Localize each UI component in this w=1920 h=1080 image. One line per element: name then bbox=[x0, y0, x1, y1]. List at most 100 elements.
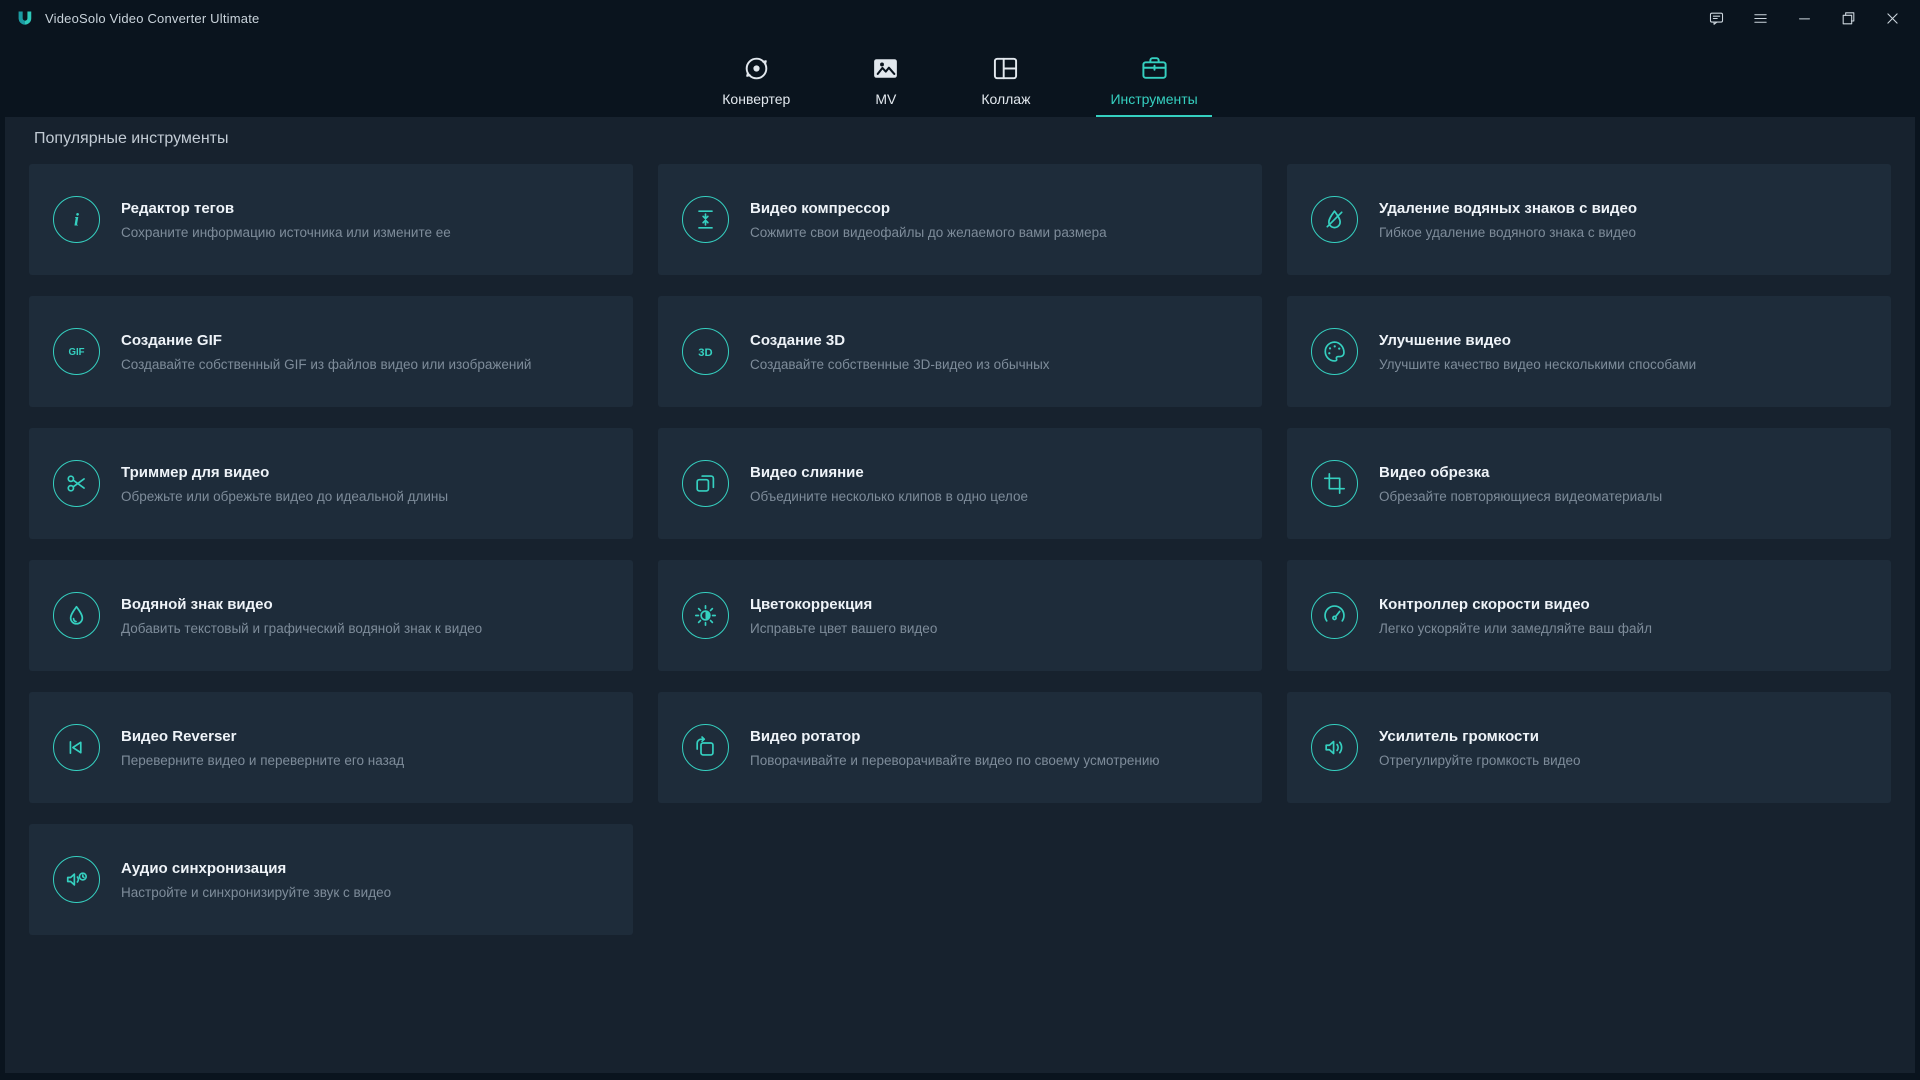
menu-icon bbox=[1752, 10, 1769, 27]
card-desc: Поворачивайте и переворачивайте видео по… bbox=[750, 753, 1160, 768]
audio-sync-icon bbox=[53, 856, 100, 903]
enhance-icon bbox=[1311, 328, 1358, 375]
titlebar-controls bbox=[1702, 5, 1906, 33]
tab-mv[interactable]: MV bbox=[856, 37, 915, 117]
card-text: Триммер для видеоОбрежьте или обрежьте в… bbox=[121, 464, 448, 504]
tool-card-gif[interactable]: GIF Создание GIF Создавайте собственный GI… bbox=[29, 296, 633, 407]
volume-icon bbox=[1311, 724, 1358, 771]
tool-card-volume[interactable]: Усилитель громкости Отрегулируйте громкос… bbox=[1287, 692, 1891, 803]
card-desc: Обрежьте или обрежьте видео до идеальной… bbox=[121, 489, 448, 504]
close-icon bbox=[1884, 10, 1901, 27]
card-text: Создание 3D Создавайте собственные 3D-вид… bbox=[750, 332, 1050, 372]
menu-button[interactable] bbox=[1746, 5, 1774, 33]
tool-card-reverse[interactable]: Видео ReverserПереверните видео и переве… bbox=[29, 692, 633, 803]
watermark-remove-icon bbox=[1311, 196, 1358, 243]
card-title: Создание GIF bbox=[121, 332, 531, 349]
tool-card-audio-sync[interactable]: Аудио синхронизация Настройте и синхрониз… bbox=[29, 824, 633, 935]
window-title: VideoSolo Video Converter Ultimate bbox=[45, 11, 259, 26]
card-title: Цветокоррекция bbox=[750, 596, 937, 613]
tool-card-color[interactable]: ЦветокоррекцияИсправьте цвет вашего виде… bbox=[658, 560, 1262, 671]
tools-page: Популярные инструменты i Редактор тегов Со… bbox=[5, 117, 1915, 1073]
watermark-icon bbox=[53, 592, 100, 639]
card-title: Видео слияние bbox=[750, 464, 1028, 481]
merge-icon bbox=[682, 460, 729, 507]
card-text: Усилитель громкости Отрегулируйте громкос… bbox=[1379, 728, 1581, 768]
card-title: Водяной знак видео bbox=[121, 596, 482, 613]
tool-card-speed[interactable]: Контроллер скорости видеоЛегко ускоряйте… bbox=[1287, 560, 1891, 671]
card-desc: Объедините несколько клипов в одно целое bbox=[750, 489, 1028, 504]
tools-grid: i Редактор тегов Сохраните информацию исто… bbox=[29, 164, 1891, 935]
tool-card-trim[interactable]: Триммер для видеоОбрежьте или обрежьте в… bbox=[29, 428, 633, 539]
card-title: Усилитель громкости bbox=[1379, 728, 1581, 745]
card-desc: Обрезайте повторяющиеся видеоматериалы bbox=[1379, 489, 1662, 504]
restore-button[interactable] bbox=[1834, 5, 1862, 33]
card-text: Видео ротаторПоворачивайте и переворачив… bbox=[750, 728, 1160, 768]
tool-card-crop[interactable]: Видео обрезка Обрезайте повторяющиеся вид… bbox=[1287, 428, 1891, 539]
compress-icon bbox=[682, 196, 729, 243]
card-title: Контроллер скорости видео bbox=[1379, 596, 1652, 613]
card-text: Контроллер скорости видеоЛегко ускоряйте… bbox=[1379, 596, 1652, 636]
close-button[interactable] bbox=[1878, 5, 1906, 33]
tool-card-info[interactable]: i Редактор тегов Сохраните информацию исто… bbox=[29, 164, 633, 275]
card-text: Видео обрезка Обрезайте повторяющиеся вид… bbox=[1379, 464, 1662, 504]
card-text: Видео ReverserПереверните видео и переве… bbox=[121, 728, 404, 768]
tab-converter[interactable]: Конвертер bbox=[708, 37, 804, 117]
card-text: Водяной знак видео Добавить текстовый и г… bbox=[121, 596, 482, 636]
tool-card-watermark-remove[interactable]: Удаление водяных знаков с видео Гибкое уд… bbox=[1287, 164, 1891, 275]
card-desc: Создавайте собственный GIF из файлов вид… bbox=[121, 357, 531, 372]
card-desc: Улучшите качество видео несколькими спос… bbox=[1379, 357, 1696, 372]
card-title: Удаление водяных знаков с видео bbox=[1379, 200, 1637, 217]
card-text: ЦветокоррекцияИсправьте цвет вашего виде… bbox=[750, 596, 937, 636]
crop-icon bbox=[1311, 460, 1358, 507]
card-desc: Отрегулируйте громкость видео bbox=[1379, 753, 1581, 768]
card-title: Редактор тегов bbox=[121, 200, 451, 217]
minimize-icon bbox=[1796, 10, 1813, 27]
tab-label: Конвертер bbox=[722, 91, 790, 107]
card-text: Редактор тегов Сохраните информацию источ… bbox=[121, 200, 451, 240]
card-text: Удаление водяных знаков с видео Гибкое уд… bbox=[1379, 200, 1637, 240]
collage-icon bbox=[990, 53, 1021, 84]
card-desc: Сожмите свои видеофайлы до желаемого вам… bbox=[750, 225, 1107, 240]
minimize-button[interactable] bbox=[1790, 5, 1818, 33]
3d-icon: 3D bbox=[682, 328, 729, 375]
tool-card-3d[interactable]: 3D Создание 3D Создавайте собственные 3D-в… bbox=[658, 296, 1262, 407]
trim-icon bbox=[53, 460, 100, 507]
toolbox-icon bbox=[1139, 53, 1170, 84]
card-desc: Настройте и синхронизируйте звук с видео bbox=[121, 885, 391, 900]
videosolo-logo-icon bbox=[14, 8, 36, 30]
tool-card-compress[interactable]: Видео компрессор Сожмите свои видеофайлы … bbox=[658, 164, 1262, 275]
card-title: Создание 3D bbox=[750, 332, 1050, 349]
svg-text:i: i bbox=[74, 209, 79, 229]
tab-toolbox[interactable]: Инструменты bbox=[1096, 37, 1211, 117]
color-icon bbox=[682, 592, 729, 639]
card-text: Аудио синхронизация Настройте и синхрониз… bbox=[121, 860, 391, 900]
card-title: Видео компрессор bbox=[750, 200, 1107, 217]
tab-label: Коллаж bbox=[981, 91, 1030, 107]
tool-card-watermark[interactable]: Водяной знак видео Добавить текстовый и г… bbox=[29, 560, 633, 671]
card-title: Аудио синхронизация bbox=[121, 860, 391, 877]
info-icon: i bbox=[53, 196, 100, 243]
card-text: Создание GIF Создавайте собственный GIF и… bbox=[121, 332, 531, 372]
card-title: Улучшение видео bbox=[1379, 332, 1696, 349]
feedback-button[interactable] bbox=[1702, 5, 1730, 33]
gif-icon: GIF bbox=[53, 328, 100, 375]
card-desc: Добавить текстовый и графический водяной… bbox=[121, 621, 482, 636]
card-text: Видео слияние Объедините несколько клипов… bbox=[750, 464, 1028, 504]
card-text: Улучшение видео Улучшите качество видео н… bbox=[1379, 332, 1696, 372]
card-title: Видео Reverser bbox=[121, 728, 404, 745]
card-text: Видео компрессор Сожмите свои видеофайлы … bbox=[750, 200, 1107, 240]
reverse-icon bbox=[53, 724, 100, 771]
rotate-icon bbox=[682, 724, 729, 771]
card-desc: Сохраните информацию источника или измен… bbox=[121, 225, 451, 240]
card-desc: Гибкое удаление водяного знака с видео bbox=[1379, 225, 1637, 240]
card-desc: Создавайте собственные 3D-видео из обычн… bbox=[750, 357, 1050, 372]
card-title: Видео обрезка bbox=[1379, 464, 1662, 481]
tab-collage[interactable]: Коллаж bbox=[967, 37, 1044, 117]
mv-icon bbox=[870, 53, 901, 84]
tool-card-rotate[interactable]: Видео ротаторПоворачивайте и переворачив… bbox=[658, 692, 1262, 803]
tool-card-enhance[interactable]: Улучшение видео Улучшите качество видео н… bbox=[1287, 296, 1891, 407]
tool-card-merge[interactable]: Видео слияние Объедините несколько клипов… bbox=[658, 428, 1262, 539]
tab-label: Инструменты bbox=[1110, 91, 1197, 107]
section-title: Популярные инструменты bbox=[29, 117, 1891, 164]
nav-tabs: Конвертер MV Коллаж Инструменты bbox=[0, 37, 1920, 117]
